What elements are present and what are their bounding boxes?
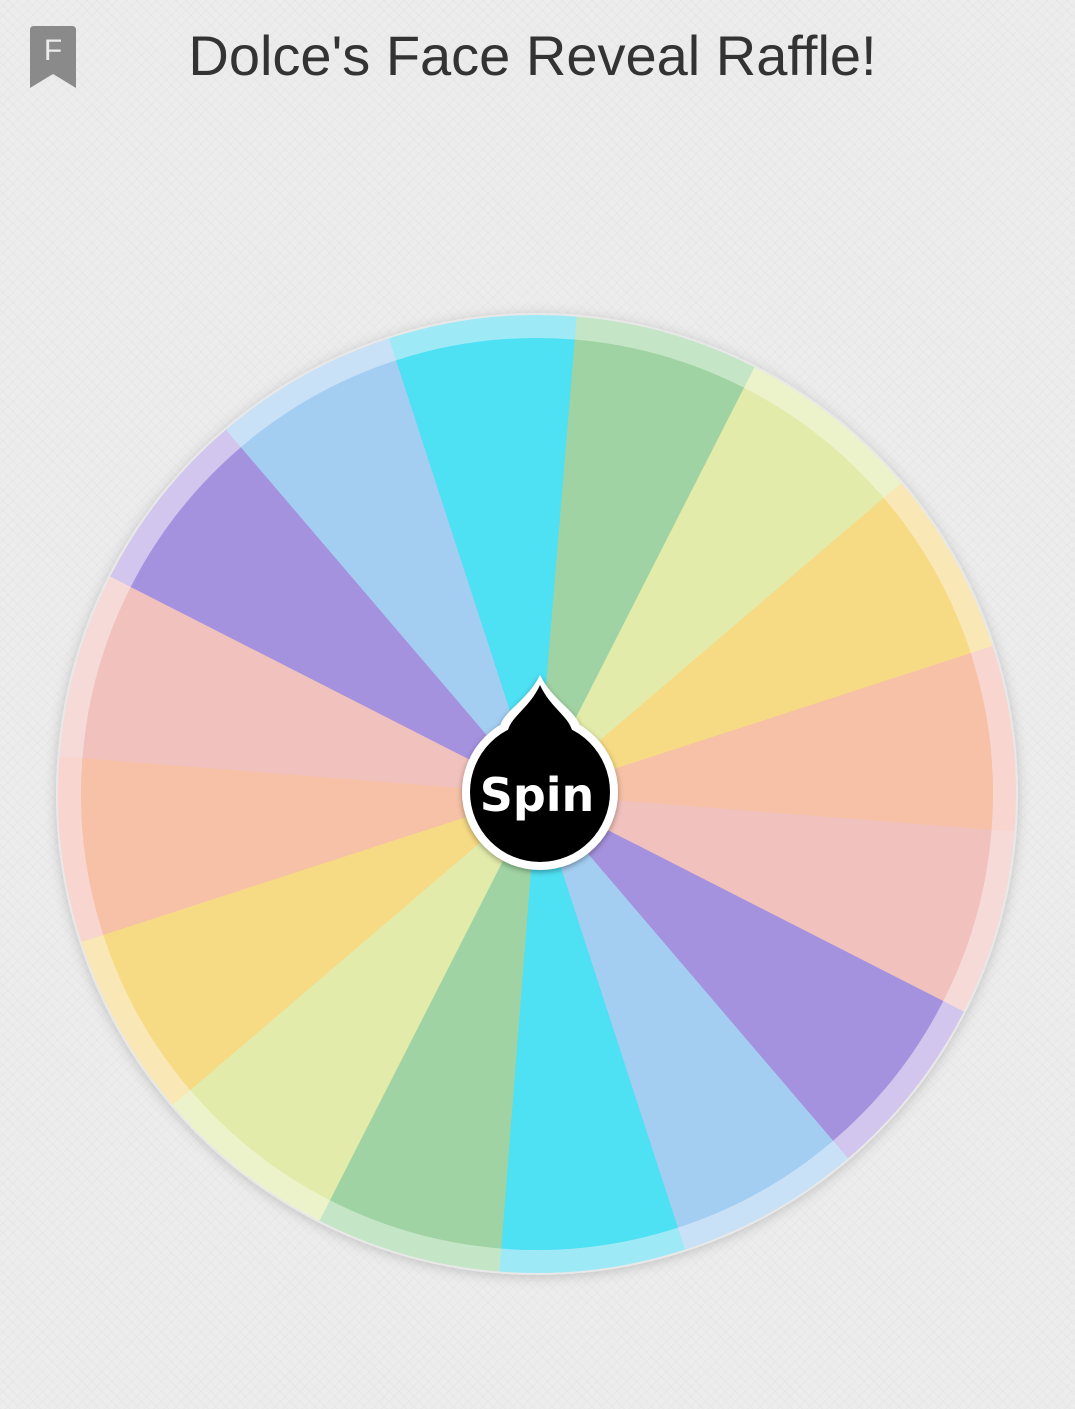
spin-label: Spin bbox=[480, 768, 595, 822]
wheel-area: Spin bbox=[0, 240, 1075, 1340]
spin-wheel[interactable]: Spin bbox=[0, 240, 1075, 1340]
page-title: Dolce's Face Reveal Raffle! bbox=[188, 24, 877, 87]
header-bar: F Dolce's Face Reveal Raffle! bbox=[0, 0, 1075, 110]
bookmark-icon[interactable]: F bbox=[30, 26, 76, 88]
bookmark-letter: F bbox=[44, 34, 62, 67]
